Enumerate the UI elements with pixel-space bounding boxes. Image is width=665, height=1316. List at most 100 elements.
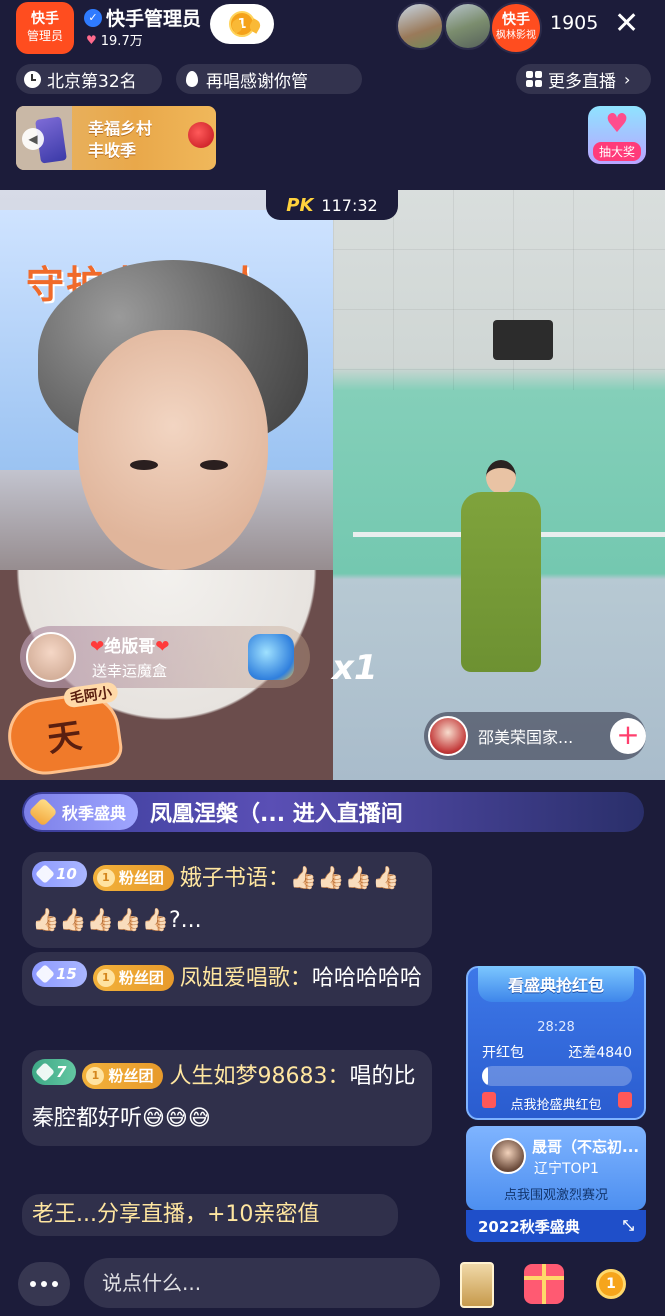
event-bar[interactable]: 2022秋季盛典 ⤡ (466, 1210, 646, 1242)
red-packet-label: 开红包 (482, 1045, 524, 1061)
pk-timer-text: 117:32 (321, 195, 378, 215)
expand-icon[interactable]: ⤡ (623, 1218, 634, 1234)
region-rank-pill[interactable]: 北京第32名 (16, 64, 162, 94)
viewer-avatar[interactable] (444, 2, 492, 50)
user-level-badge: 15 (32, 961, 87, 987)
red-packet-remaining: 还差4840 (568, 1045, 632, 1061)
fan-club-badge: 1 粉丝团 (92, 965, 174, 991)
host-badge-text: 天 (44, 715, 85, 760)
rank-badge[interactable]: 1 (210, 4, 274, 44)
fan-level-icon: 1 (96, 869, 115, 887)
rank-button[interactable]: 1 (588, 1264, 634, 1304)
more-options-button[interactable] (18, 1262, 70, 1306)
heart-icon: ❤ (155, 637, 170, 657)
heart-icon: ♥ (86, 32, 97, 47)
grid-icon (526, 71, 542, 87)
host-name-text: 快手管理员 (106, 8, 202, 30)
comment-user[interactable]: 娥子书语： (180, 866, 290, 891)
more-live-button[interactable]: 更多直播 › (516, 64, 651, 94)
gift-sender-avatar[interactable] (26, 632, 76, 682)
comment-input[interactable] (84, 1258, 440, 1308)
gift-icon[interactable] (524, 1264, 564, 1304)
opponent-video[interactable] (333, 190, 665, 780)
opponent-name: 邵美荣国家... (478, 728, 574, 747)
clock-icon (24, 70, 41, 88)
contestant-avatar (490, 1138, 526, 1174)
pk-logo: PK (286, 194, 314, 216)
rank-coin-icon: 1 (596, 1269, 626, 1299)
chevron-left-icon[interactable]: ◀ (22, 128, 44, 150)
lottery-button[interactable]: ♥ 抽大奖 (588, 106, 646, 164)
comment-user[interactable]: 人生如梦98683： (169, 1064, 349, 1089)
share-notice: 老王...分享直播，+10亲密值 (22, 1194, 398, 1236)
red-packet-status: 开红包 还差4840 (482, 1042, 632, 1062)
gem-icon (35, 964, 55, 984)
host-avatar[interactable]: 快手 管理员 (16, 2, 74, 54)
enter-text: 凤凰涅槃（... 进入直播间 (150, 802, 403, 827)
gift-description: 送幸运魔盒 (92, 662, 168, 680)
flame-icon (186, 71, 198, 87)
gift-sender-name: 绝版哥 (104, 637, 156, 657)
red-packet-title: 看盛典抢红包 (478, 966, 634, 1002)
host-name[interactable]: ✓ 快手管理员 (84, 4, 201, 31)
scroll-message-text: 再唱感谢你管 (206, 71, 308, 92)
verified-icon: ✓ (84, 8, 102, 27)
host-eye (130, 460, 158, 470)
gift-ball-icon (188, 122, 214, 148)
gift-notification: ❤绝版哥❤ 送幸运魔盒 (20, 626, 310, 688)
host-logo-line2: 管理员 (26, 29, 63, 43)
banner-line1: 幸福乡村 (88, 119, 153, 138)
contestant-name: 晟哥（不忘初... (532, 1138, 640, 1156)
viewer-avatar-brand[interactable]: 快手 枫林影视 (490, 2, 542, 54)
host-eye (200, 460, 228, 470)
red-packet-cta[interactable]: 点我抢盛典红包 (468, 1094, 644, 1113)
viewer-badge-line2: 枫林影视 (496, 30, 536, 41)
banner-line2: 丰收季 (88, 141, 137, 160)
enter-announcement: 秋季盛典 凤凰涅槃（... 进入直播间 (22, 792, 644, 832)
card-button[interactable] (460, 1262, 494, 1308)
user-level-badge: 7 (32, 1059, 77, 1085)
gem-icon (35, 1062, 55, 1082)
gift-count: x1 (332, 648, 378, 688)
scroll-message-pill[interactable]: 再唱感谢你管 (176, 64, 362, 94)
event-label: 2022秋季盛典 (478, 1217, 580, 1236)
season-tag: 秋季盛典 (24, 794, 139, 830)
rank-coin-icon: 1 (229, 11, 255, 37)
host-video[interactable]: 守护中老年人 (0, 190, 333, 780)
comment-user[interactable]: 凤姐爱唱歌： (180, 966, 312, 991)
contestant-rank: 辽宁TOP1 (534, 1161, 599, 1177)
comment-text: 哈哈哈哈哈 (311, 966, 422, 991)
projector (493, 320, 553, 360)
fan-club-badge: 1 粉丝团 (82, 1063, 164, 1089)
follow-button[interactable]: + (610, 718, 646, 754)
chevron-right-icon: › (624, 69, 631, 89)
host-logo-line1: 快手 (31, 11, 59, 27)
comment-item[interactable]: 15 1 粉丝团 凤姐爱唱歌：哈哈哈哈哈 (22, 952, 432, 1006)
red-packet-panel[interactable]: 看盛典抢红包 28:28 开红包 还差4840 点我抢盛典红包 (466, 966, 646, 1120)
banner-text: 幸福乡村 丰收季 (88, 118, 152, 162)
opponent-info[interactable]: 邵美荣国家... + (424, 712, 646, 760)
season-tag-text: 秋季盛典 (62, 804, 127, 823)
gift-sender: ❤绝版哥❤ (90, 632, 170, 657)
comment-item[interactable]: 10 1 粉丝团 娥子书语：👍🏻👍🏻👍🏻👍🏻👍🏻👍🏻👍🏻👍🏻👍🏻?... (22, 852, 432, 948)
gem-icon (35, 864, 55, 884)
opponent-avatar[interactable] (428, 716, 468, 756)
host-face (78, 330, 268, 570)
host-likes-count: 19.7万 (100, 34, 143, 49)
promo-banner[interactable]: ◀ 幸福乡村 丰收季 (16, 106, 216, 170)
viewer-avatar[interactable] (396, 2, 444, 50)
region-rank-text: 北京第32名 (47, 71, 137, 92)
lucky-box-icon (248, 634, 294, 680)
fan-club-badge: 1 粉丝团 (92, 865, 174, 891)
red-packet-progress (482, 1066, 632, 1086)
ceiling (333, 190, 665, 390)
comment-item[interactable]: 7 1 粉丝团 人生如梦98683：唱的比秦腔都好听😅😅😅 (22, 1050, 432, 1146)
fan-level-icon: 1 (86, 1067, 105, 1085)
banner-thumb: ◀ (16, 106, 72, 170)
contest-cta[interactable]: 点我围观激烈赛况 (466, 1184, 646, 1203)
close-icon[interactable]: ✕ (614, 6, 639, 42)
contest-rank-card[interactable]: 晟哥（不忘初... 辽宁TOP1 点我围观激烈赛况 (466, 1126, 646, 1210)
season-icon (28, 797, 58, 827)
viewer-count[interactable]: 1905 (550, 12, 598, 34)
pk-timer: PK 117:32 (266, 190, 398, 220)
